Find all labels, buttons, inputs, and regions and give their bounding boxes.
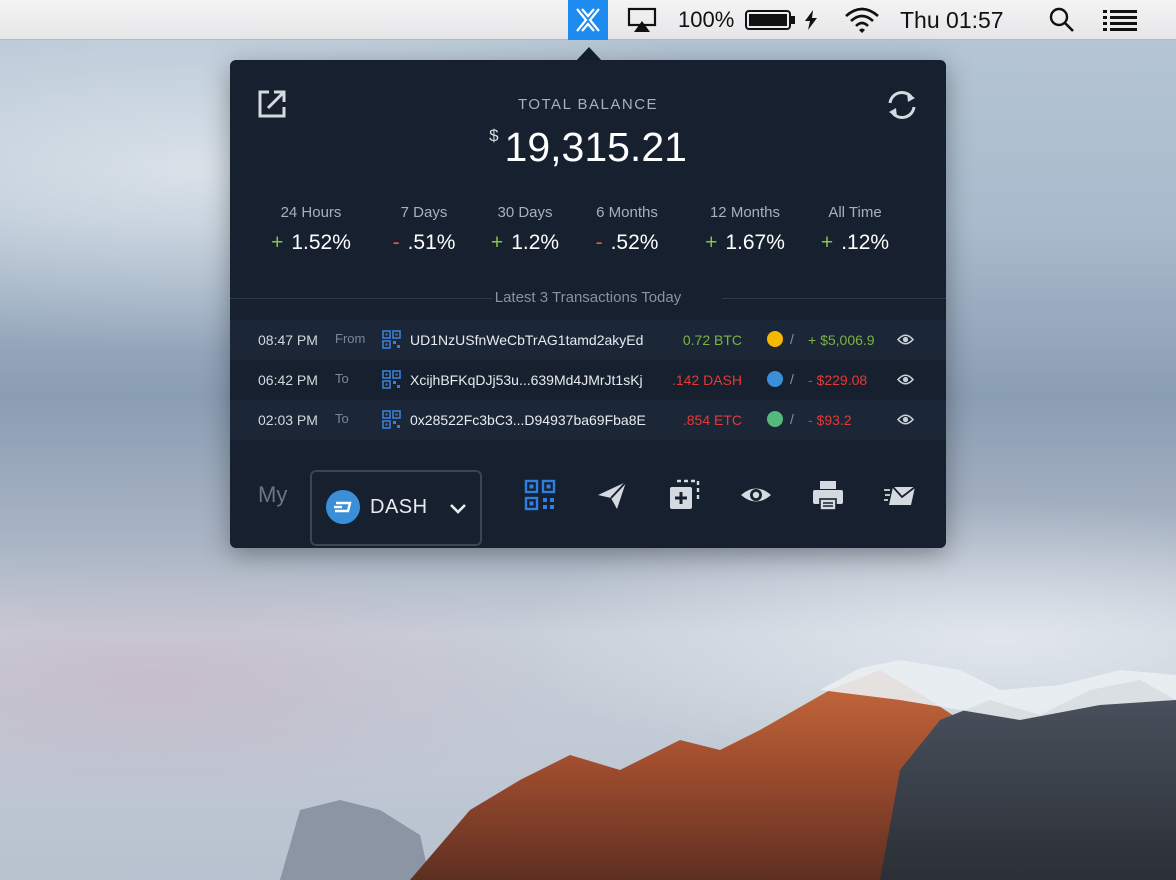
- tx-time: 06:42 PM: [258, 372, 318, 388]
- period-label: 12 Months: [709, 204, 781, 221]
- tx-amount: .854 ETC: [682, 412, 742, 428]
- dash-icon: [767, 371, 783, 387]
- currency-symbol: $: [489, 126, 499, 145]
- airplay-icon[interactable]: [626, 0, 658, 40]
- my-label: My: [258, 482, 288, 507]
- change-value: 1.2%: [511, 231, 560, 254]
- period-label: All Time: [828, 204, 882, 221]
- notification-center-icon[interactable]: [1100, 0, 1140, 40]
- period-12m[interactable]: 12 Months +1.67%: [685, 204, 805, 255]
- period-label: 24 Hours: [280, 204, 342, 221]
- transaction-list: 08:47 PM From UD1NzUSfnWeCbTrAG1tamd2aky…: [230, 320, 946, 440]
- bolt-icon: [804, 0, 818, 40]
- change-sign: -: [392, 231, 400, 254]
- wifi-icon[interactable]: [842, 0, 882, 40]
- qr-code-icon[interactable]: [523, 478, 557, 512]
- popover-caret: [576, 47, 602, 61]
- change-sign: +: [271, 231, 284, 254]
- battery-icon[interactable]: [745, 0, 797, 40]
- tx-time: 02:03 PM: [258, 412, 318, 428]
- dash-icon: [326, 490, 360, 524]
- change-sign: +: [820, 231, 834, 254]
- change-sign: +: [490, 231, 504, 254]
- tx-direction: From: [335, 331, 366, 346]
- transactions-title: Latest 3 Transactions Today: [494, 289, 682, 306]
- clock[interactable]: Thu 01:57: [900, 0, 1004, 40]
- email-icon[interactable]: [883, 478, 917, 512]
- period-changes: 24 Hours +1.52% 7 Days - .51% 30 Days +1.…: [230, 204, 946, 264]
- wallet-popover: TOTAL BALANCE $19,315.21 24 Hours +1.52%…: [230, 60, 946, 548]
- send-icon[interactable]: [595, 478, 629, 512]
- eye-icon[interactable]: [897, 413, 914, 426]
- change-sign: +: [705, 231, 718, 254]
- selected-coin: DASH: [370, 496, 428, 518]
- qr-code-icon[interactable]: [382, 370, 401, 389]
- eye-icon[interactable]: [897, 373, 914, 386]
- tx-amount: 0.72 BTC: [682, 332, 742, 348]
- add-wallet-icon[interactable]: [667, 478, 701, 512]
- bitcoin-icon: [767, 331, 783, 347]
- tx-address[interactable]: 0x28522Fc3bC3...D94937ba69Fba8E: [410, 412, 646, 428]
- total-balance-value: $19,315.21: [230, 124, 946, 171]
- tx-separator: /: [790, 371, 794, 387]
- exodus-app-icon[interactable]: [568, 0, 608, 40]
- tx-amount: .142 DASH: [671, 372, 742, 388]
- tx-fiat-value: + $5,006.9: [808, 332, 875, 348]
- change-value: .12%: [841, 231, 890, 254]
- chevron-down-icon: [450, 504, 466, 514]
- tx-fiat-value: - $229.08: [808, 372, 868, 388]
- total-balance-label: TOTAL BALANCE: [517, 96, 659, 113]
- tx-time: 08:47 PM: [258, 332, 318, 348]
- tx-fiat-value: - $93.2: [808, 412, 852, 428]
- ethereum-classic-icon: [767, 411, 783, 427]
- change-value: 1.52%: [291, 231, 351, 254]
- tx-direction: To: [335, 411, 349, 426]
- transaction-row[interactable]: 08:47 PM From UD1NzUSfnWeCbTrAG1tamd2aky…: [230, 320, 946, 360]
- wallpaper-mountains: [280, 660, 1176, 880]
- search-icon[interactable]: [1046, 0, 1078, 40]
- change-value: 1.67%: [725, 231, 785, 254]
- tx-separator: /: [790, 331, 794, 347]
- total-balance-amount: 19,315.21: [504, 124, 687, 170]
- change-value: .51%: [407, 231, 456, 254]
- coin-selector[interactable]: DASH: [310, 470, 482, 546]
- view-icon[interactable]: [739, 478, 773, 512]
- period-label: 6 Months: [596, 204, 658, 221]
- period-24h[interactable]: 24 Hours +1.52%: [251, 204, 371, 255]
- qr-code-icon[interactable]: [382, 330, 401, 349]
- print-icon[interactable]: [811, 478, 845, 512]
- tx-direction: To: [335, 371, 349, 386]
- period-6m[interactable]: 6 Months - .52%: [567, 204, 687, 255]
- tx-address[interactable]: XcijhBFKqDJj53u...639Md4JMrJt1sKj: [410, 372, 643, 388]
- eye-icon[interactable]: [897, 333, 914, 346]
- transaction-row[interactable]: 02:03 PM To 0x28522Fc3bC3...D94937ba69Fb…: [230, 400, 946, 440]
- menu-bar: 100% Thu 01:57: [0, 0, 1176, 40]
- tx-separator: /: [790, 411, 794, 427]
- change-value: .52%: [610, 231, 659, 254]
- qr-code-icon[interactable]: [382, 410, 401, 429]
- tx-address[interactable]: UD1NzUSfnWeCbTrAG1tamd2akyEd: [410, 332, 643, 348]
- period-all-time[interactable]: All Time + .12%: [795, 204, 915, 255]
- battery-percentage: 100%: [678, 7, 735, 32]
- change-sign: -: [595, 231, 603, 254]
- transaction-row[interactable]: 06:42 PM To XcijhBFKqDJj53u...639Md4JMrJ…: [230, 360, 946, 400]
